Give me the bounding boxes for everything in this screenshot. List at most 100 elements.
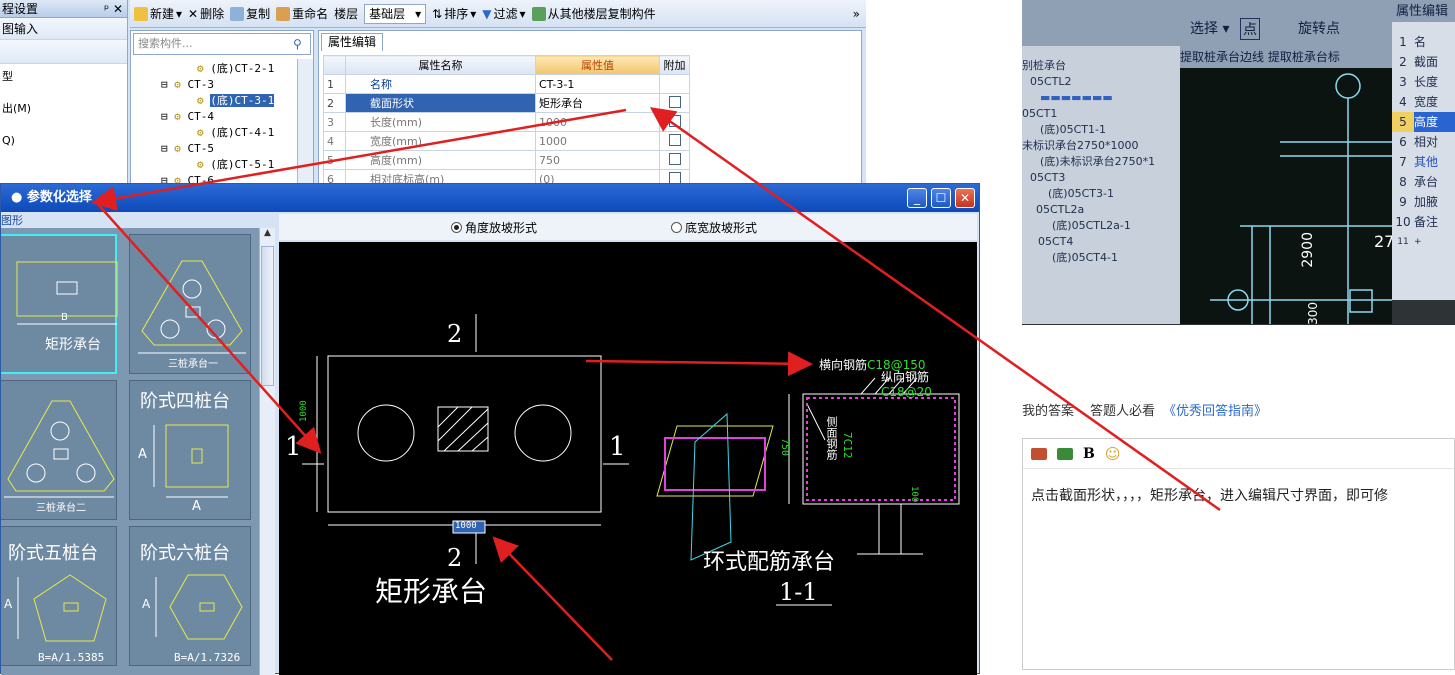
tab-property-edit[interactable]: 属性编辑 bbox=[321, 33, 384, 51]
tree-node[interactable]: ⊟ ⚙ CT-5 bbox=[161, 141, 214, 157]
attached-photo: 选择 ▾ 点 旋转点 属性编辑 别桩承台 05CTL2 ▬▬▬▬▬▬▬ 05CT… bbox=[1022, 0, 1455, 325]
photo-prop-row: 4 宽度 bbox=[1392, 92, 1455, 112]
tree-node-selected[interactable]: ⚙ (底)CT-3-1 bbox=[197, 93, 275, 109]
tree-node[interactable]: ⚙ (底)CT-5-1 bbox=[197, 157, 274, 173]
left-nav-panel: 程设置 ᵖ ✕ 图输入 型 出(M) Q) bbox=[0, 0, 128, 190]
row-value[interactable]: 750 bbox=[535, 150, 660, 170]
thumb-step-four-pile[interactable]: 阶式四桩台 A A bbox=[129, 380, 251, 520]
tree-node[interactable]: ⚙ (底)CT-4-1 bbox=[197, 125, 274, 141]
search-icon[interactable]: ⚲ bbox=[293, 37, 302, 51]
search-input[interactable]: 搜索构件... bbox=[133, 33, 311, 55]
thumb-step-five-pile[interactable]: 阶式五桩台 A B=A/1.5385 bbox=[1, 526, 117, 666]
floor-select-value: 基础层 bbox=[369, 7, 406, 21]
row-no: 3 bbox=[323, 112, 346, 132]
photo-prop-row: 3 长度 bbox=[1392, 72, 1455, 92]
gear-icon: ⚙ bbox=[197, 94, 204, 107]
sort-icon: ⇅ bbox=[432, 6, 443, 21]
property-row-selected[interactable]: 2 截面形状 矩形承台 bbox=[323, 93, 690, 113]
radio-bottom-width-slope[interactable]: 底宽放坡形式 bbox=[671, 219, 757, 236]
section-label-2-bottom: 2 bbox=[447, 544, 463, 572]
minimize-button[interactable]: _ bbox=[907, 188, 927, 208]
copy-button[interactable]: 复制 bbox=[230, 5, 270, 22]
cad-drawing bbox=[302, 314, 960, 606]
radio-angle-slope[interactable]: 角度放坡形式 bbox=[451, 219, 537, 236]
photo-tree-item: 05CTL2 bbox=[1030, 75, 1072, 88]
slope-form-radios: 角度放坡形式 底宽放坡形式 bbox=[279, 214, 977, 240]
photo-tree-item: 未标识承台2750*1000 bbox=[1022, 139, 1139, 152]
tree-node[interactable]: ⚙ (底)CT-2-1 bbox=[197, 61, 274, 77]
tree-node-label: CT-4 bbox=[187, 110, 215, 123]
row-checkbox[interactable] bbox=[668, 114, 681, 127]
row-extra bbox=[659, 131, 690, 151]
property-row[interactable]: 1 名称 CT-3-1 bbox=[323, 74, 690, 94]
image-icon[interactable] bbox=[1031, 447, 1047, 460]
must-read-link[interactable]: 答题人必看 bbox=[1090, 400, 1155, 420]
row-checkbox[interactable] bbox=[668, 133, 681, 146]
thumb-three-pile-2[interactable]: 三桩承台二 bbox=[1, 380, 117, 520]
tree-scrollbar[interactable] bbox=[297, 59, 313, 189]
thumb-step-six-pile[interactable]: 阶式六桩台 A B=A/1.7326 bbox=[129, 526, 251, 666]
tree-node[interactable]: ⊟ ⚙ CT-3 bbox=[161, 77, 214, 93]
cad-preview-canvas[interactable]: 2 2 1 1 1000 1000 矩形承台 环式配筋承台 1-1 横向钢筋 C1… bbox=[279, 242, 977, 675]
photo-row-name: + bbox=[1414, 237, 1422, 247]
photo-select: 选择 ▾ bbox=[1190, 21, 1230, 37]
row-no: 2 bbox=[323, 93, 346, 113]
tree-node[interactable]: ⊟ ⚙ CT-4 bbox=[161, 109, 214, 125]
new-button[interactable]: 新建 ▾ bbox=[134, 5, 182, 22]
delete-button[interactable]: ✕ 删除 bbox=[188, 5, 224, 22]
row-value[interactable]: 1000 bbox=[535, 131, 660, 151]
rename-button[interactable]: 重命名 bbox=[276, 5, 328, 22]
photo-cad-lines bbox=[1210, 73, 1392, 324]
dim-height: 750 bbox=[779, 438, 790, 457]
property-row[interactable]: 5 高度(mm) 750 bbox=[323, 150, 690, 170]
photo-icon[interactable] bbox=[1057, 447, 1073, 460]
row-value[interactable]: CT-3-1 bbox=[535, 74, 660, 94]
nav-row-drawing-input[interactable]: 图输入 bbox=[0, 18, 127, 40]
filter-button[interactable]: ▼ 过滤 ▾ bbox=[482, 5, 525, 22]
close-button[interactable]: ✕ bbox=[955, 188, 975, 208]
bold-button[interactable]: B bbox=[1083, 446, 1095, 462]
copy-from-floor-button[interactable]: 从其他楼层复制构件 bbox=[531, 5, 656, 22]
thumb-three-pile-1[interactable]: 三桩承台一 bbox=[129, 234, 251, 374]
sort-button[interactable]: ⇅ 排序 ▾ bbox=[432, 5, 476, 22]
nav-item-out[interactable]: 出(M) bbox=[0, 98, 127, 120]
thumb-rect-cap[interactable]: B 矩形承台 bbox=[1, 234, 118, 374]
sort-label: 排序 bbox=[444, 7, 469, 21]
emoji-icon[interactable]: ☺ bbox=[1105, 445, 1121, 463]
property-row[interactable]: 4 宽度(mm) 1000 bbox=[323, 131, 690, 151]
shape-thumbnail-list: B 矩形承台 三桩承台一 三桩承台二 阶式四桩台 A A 阶式五桩台 A B=A… bbox=[1, 228, 259, 675]
pin-close-icons[interactable]: ᵖ ✕ bbox=[104, 0, 127, 18]
photo-prop-row: 7 其他 bbox=[1392, 152, 1455, 172]
property-row[interactable]: 3 长度(mm) 1000 bbox=[323, 112, 690, 132]
component-tree-panel: 搜索构件... ⚲ ⚙ (底)CT-2-1 ⊟ ⚙ CT-3 ⚙ (底)CT-3… bbox=[130, 30, 314, 190]
scroll-up-icon[interactable]: ▲ bbox=[260, 228, 275, 244]
scroll-thumb[interactable] bbox=[261, 246, 274, 386]
nav-item-type[interactable]: 型 bbox=[0, 66, 127, 88]
guide-link[interactable]: 《优秀回答指南》 bbox=[1163, 400, 1267, 420]
maximize-button[interactable]: ☐ bbox=[931, 188, 951, 208]
row-name: 高度(mm) bbox=[345, 150, 536, 170]
dim-length-field[interactable]: 1000 bbox=[455, 521, 477, 531]
row-name: 宽度(mm) bbox=[345, 131, 536, 151]
row-value[interactable]: 1000 bbox=[535, 112, 660, 132]
thumb-formula: B=A/1.5385 bbox=[38, 651, 105, 664]
row-checkbox[interactable] bbox=[668, 152, 681, 165]
photo-row-name: 备注 bbox=[1414, 215, 1439, 229]
floor-select[interactable]: 基础层 ▾ bbox=[364, 3, 427, 24]
photo-dim-300: 300 bbox=[1306, 302, 1320, 325]
row-value[interactable]: 矩形承台 bbox=[535, 93, 660, 113]
section-label-1-right: 1 bbox=[609, 432, 626, 462]
photo-toolbar: 选择 ▾ 点 旋转点 属性编辑 bbox=[1022, 0, 1455, 46]
answer-textarea[interactable]: 点击截面形状，，，，矩形承台，进入编辑尺寸界面，即可修 bbox=[1023, 469, 1454, 521]
dialog-titlebar[interactable]: ● 参数化选择 bbox=[1, 184, 979, 212]
photo-row-name: 承台 bbox=[1414, 175, 1439, 189]
nav-item-q[interactable]: Q) bbox=[0, 130, 127, 152]
photo-tree-item: (底)05CTL2a-1 bbox=[1052, 219, 1131, 232]
row-checkbox[interactable] bbox=[668, 171, 681, 184]
tree-node-label: CT-5 bbox=[187, 142, 215, 155]
thumb-scrollbar[interactable]: ▲ bbox=[259, 228, 275, 675]
photo-prop-row: 8 承台 bbox=[1392, 172, 1455, 192]
toolbar-more-button[interactable]: » bbox=[853, 7, 866, 21]
row-checkbox[interactable] bbox=[668, 95, 681, 108]
editor-toolbar: B ☺ bbox=[1023, 439, 1454, 469]
